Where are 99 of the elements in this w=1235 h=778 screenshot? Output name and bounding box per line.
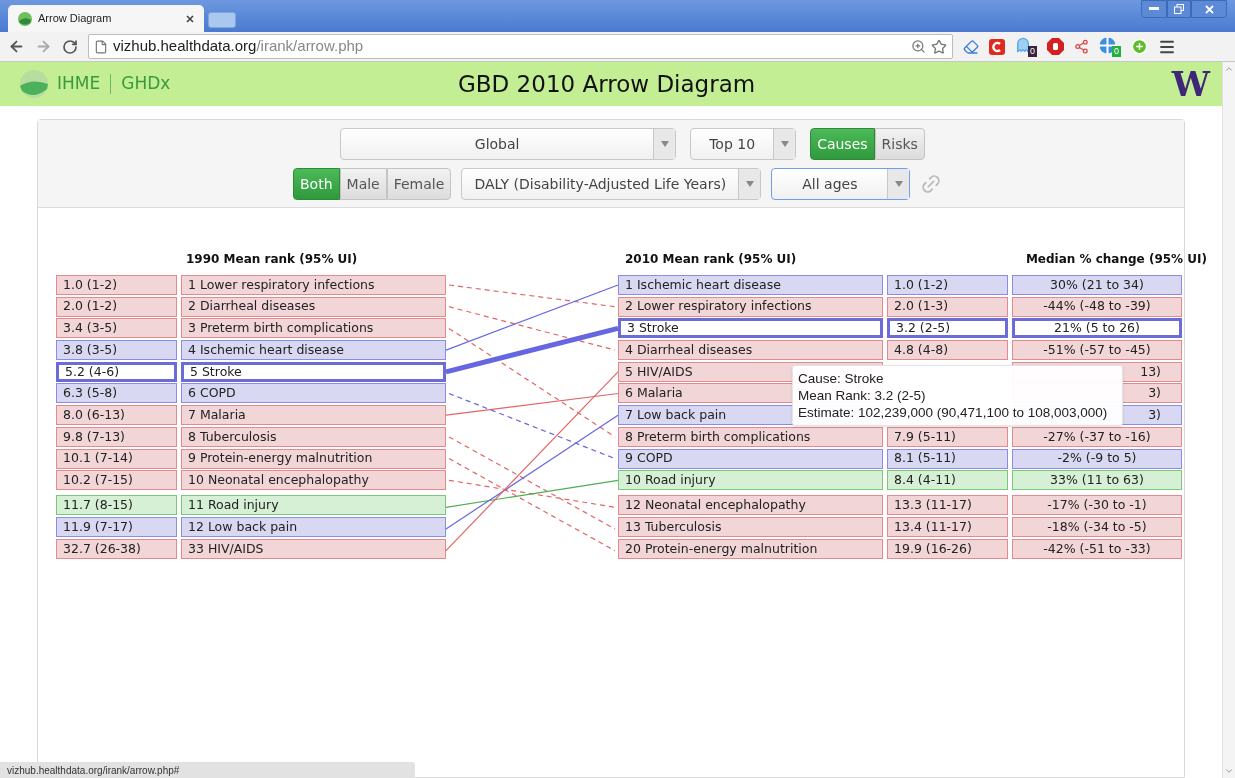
cause-cell[interactable]: 4 Diarrheal diseases [618,340,883,361]
page-icon [94,39,108,54]
cause-cell[interactable]: 7 Malaria [181,405,446,426]
column-header: 2010 Mean rank (95% UI) [625,251,797,268]
cause-cell[interactable]: 8 Preterm birth complications [618,426,883,447]
eraser-icon[interactable] [963,38,979,55]
restore-button[interactable] [1167,0,1191,18]
cause-cell[interactable]: 13 Tuberculosis [618,517,883,538]
rank-cell[interactable]: 6.3 (5-8) [56,383,177,404]
reload-icon[interactable] [62,38,78,55]
metric-select[interactable]: DALY (Disability-Adjusted Life Years) [461,168,762,200]
rank-cell[interactable]: 7.9 (5-11) [887,426,1008,447]
cause-cell[interactable]: 10 Neonatal encephalopathy [181,470,446,491]
cause-cell[interactable]: 9 COPD [618,448,883,469]
browser-tab[interactable]: Arrow Diagram [8,5,204,32]
rank-cell[interactable]: 3.8 (3-5) [56,340,177,361]
cause-cell[interactable]: 3 Stroke [618,318,883,339]
change-cell[interactable]: -44% (-48 to -39) [1012,296,1182,317]
rank-cell[interactable]: 13.3 (11-17) [887,495,1008,516]
location-select[interactable]: Global [340,128,677,160]
tab-title: Arrow Diagram [38,11,113,27]
rank-cell[interactable]: 1.0 (1-2) [887,275,1008,295]
change-cell[interactable]: -51% (-57 to -45) [1012,340,1182,361]
toggle-option[interactable]: Female [386,168,452,200]
cause-cell[interactable]: 33 HIV/AIDS [181,538,446,559]
age-select[interactable]: All ages [771,168,911,200]
university-logo[interactable]: W [1171,67,1210,101]
cause-cell[interactable]: 1 Lower respiratory infections [181,275,446,295]
change-cell[interactable]: -17% (-30 to -1) [1012,495,1182,516]
column-header: 1990 Mean rank (95% UI) [186,251,358,268]
top-count-select[interactable]: Top 10 [690,128,797,160]
site-logo-icon [18,11,32,26]
cause-cell[interactable]: 2 Diarrheal diseases [181,296,446,317]
cause-cell[interactable]: 20 Protein-energy malnutrition [618,538,883,559]
change-cell[interactable]: 21% (5 to 26) [1012,318,1182,339]
close-window-button[interactable] [1191,0,1227,18]
ghost-icon[interactable] [1015,36,1031,53]
rank-cell[interactable]: 3.2 (2-5) [887,318,1008,339]
rank-cell[interactable]: 10.1 (7-14) [56,448,177,469]
rank-cell[interactable]: 9.8 (7-13) [56,426,177,447]
rank-cell[interactable]: 2.0 (1-3) [887,296,1008,317]
address-bar[interactable]: vizhub.healthdata.org/irank/arrow.php [88,34,953,59]
cause-cell[interactable]: 8 Tuberculosis [181,426,446,447]
rank-cell[interactable]: 10.2 (7-15) [56,470,177,491]
rank-cell[interactable]: 3.4 (3-5) [56,318,177,339]
change-cell[interactable]: -42% (-51 to -33) [1012,538,1182,559]
minimize-button[interactable] [1141,0,1167,18]
dropdown-caret-icon [745,181,754,187]
close-icon [1204,4,1214,14]
rank-cell[interactable]: 1.0 (1-2) [56,275,177,295]
dropdown-caret-icon [660,141,669,147]
minimize-icon [1149,7,1159,11]
cause-cell[interactable]: 10 Road injury [618,470,883,491]
change-cell[interactable]: 33% (11 to 63) [1012,470,1182,491]
cause-cell[interactable]: 1 Ischemic heart disease [618,275,883,295]
change-cell[interactable]: 30% (21 to 34) [1012,275,1182,295]
dropdown-caret-icon [780,141,789,147]
bookmark-star-icon[interactable] [931,38,947,55]
rank-cell[interactable]: 5.2 (4-6) [56,361,177,382]
share-icon[interactable] [1074,39,1089,54]
cause-cell[interactable]: 3 Preterm birth complications [181,318,446,339]
dropdown-caret-icon [894,181,903,187]
cause-cell[interactable]: 5 Stroke [181,361,446,382]
toggle-option[interactable]: Male [339,168,387,200]
page-title: GBD 2010 Arrow Diagram [458,69,756,99]
change-cell[interactable]: -18% (-34 to -5) [1012,517,1182,538]
url-host: vizhub.healthdata.org [113,37,257,55]
rank-cell[interactable]: 8.0 (6-13) [56,405,177,426]
cause-cell[interactable]: 9 Protein-energy malnutrition [181,448,446,469]
back-icon[interactable] [8,38,25,55]
change-cell[interactable]: -27% (-37 to -16) [1012,426,1182,447]
restore-icon [1174,4,1184,14]
rank-cell[interactable]: 13.4 (11-17) [887,517,1008,538]
rank-cell[interactable]: 8.1 (5-11) [887,448,1008,469]
status-url: vizhub.healthdata.org/irank/arrow.php# [7,763,180,778]
ihme-logo-icon [20,70,48,98]
extension-badge: 0 [1112,45,1121,57]
cause-cell[interactable]: 6 COPD [181,383,446,404]
cause-cell[interactable]: 12 Low back pain [181,517,446,538]
cause-cell[interactable]: 12 Neonatal encephalopathy [618,495,883,516]
rank-cell[interactable]: 8.4 (4-11) [887,470,1008,491]
rank-cell[interactable]: 2.0 (1-2) [56,296,177,317]
rank-cell[interactable]: 11.7 (8-15) [56,495,177,516]
close-icon[interactable] [186,14,194,23]
column-header: Median % change (95% UI) [1025,251,1207,268]
url-path: /irank/arrow.php [256,37,364,55]
toggle-option[interactable]: Risks [874,128,925,160]
rounded-square-app-icon[interactable] [989,38,1005,55]
extension-badge: 0 [1028,45,1037,57]
rank-cell[interactable]: 11.9 (7-17) [56,517,177,538]
cause-cell[interactable]: 4 Ischemic heart disease [181,340,446,361]
zoom-icon[interactable] [911,39,926,54]
cause-cell[interactable]: 11 Road injury [181,495,446,516]
rank-cell[interactable]: 32.7 (26-38) [56,538,177,559]
add-icon[interactable] [1131,38,1148,55]
change-cell[interactable]: -2% (-9 to 5) [1012,448,1182,469]
rank-cell[interactable]: 19.9 (16-26) [887,538,1008,559]
rank-cell[interactable]: 4.8 (4-8) [887,340,1008,361]
cause-cell[interactable]: 2 Lower respiratory infections [618,296,883,317]
